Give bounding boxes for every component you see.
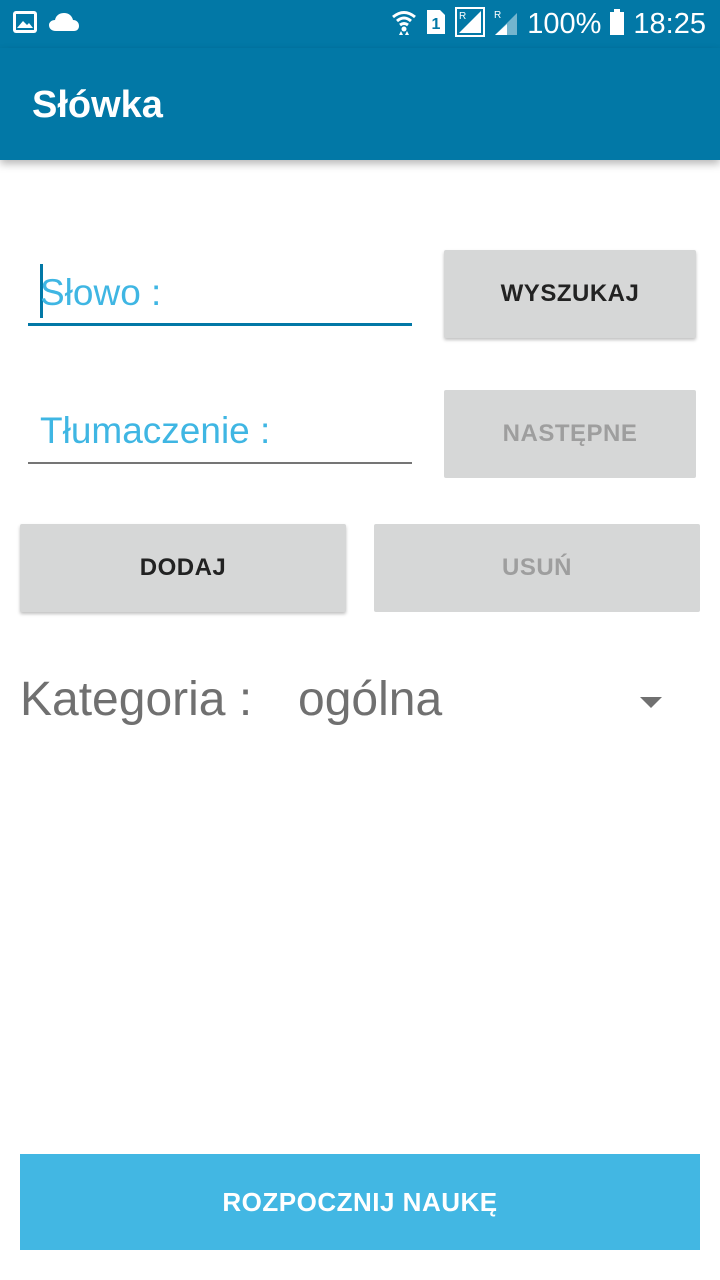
- category-spinner[interactable]: ogólna: [298, 672, 442, 727]
- status-bar: 1 R R 100% 18:25: [0, 0, 720, 48]
- sim1-icon: 1: [425, 8, 447, 41]
- word-input-underline: [28, 323, 412, 326]
- add-button[interactable]: DODAJ: [20, 524, 346, 612]
- svg-text:1: 1: [432, 16, 441, 33]
- app-bar: Słówka: [0, 48, 720, 160]
- dropdown-arrow-icon[interactable]: [640, 697, 662, 708]
- start-learning-button[interactable]: ROZPOCZNIJ NAUKĘ: [20, 1154, 700, 1250]
- app-title: Słówka: [32, 84, 163, 126]
- status-bar-left: [12, 10, 80, 39]
- wifi-icon: [391, 8, 417, 41]
- gallery-icon: [12, 10, 38, 39]
- word-input-hint: Słowo :: [40, 272, 162, 313]
- signal-roaming-icon: R: [493, 7, 519, 42]
- translation-input-hint: Tłumaczenie :: [40, 410, 271, 451]
- battery-icon: [609, 8, 625, 41]
- signal-roaming-icon: R: [455, 6, 486, 42]
- next-button[interactable]: NASTĘPNE: [444, 390, 696, 478]
- cloud-icon: [48, 11, 80, 38]
- translation-input-underline: [28, 462, 412, 464]
- battery-percent: 100%: [527, 8, 602, 40]
- clock: 18:25: [633, 8, 706, 40]
- svg-text:R: R: [494, 10, 501, 21]
- svg-text:R: R: [459, 11, 466, 22]
- translation-input[interactable]: Tłumaczenie :: [28, 394, 412, 464]
- remove-button[interactable]: USUŃ: [374, 524, 700, 612]
- status-bar-right: 1 R R 100% 18:25: [391, 6, 706, 42]
- search-button[interactable]: WYSZUKAJ: [444, 250, 696, 338]
- word-input[interactable]: Słowo :: [28, 256, 412, 326]
- category-label: Kategoria :: [20, 673, 253, 726]
